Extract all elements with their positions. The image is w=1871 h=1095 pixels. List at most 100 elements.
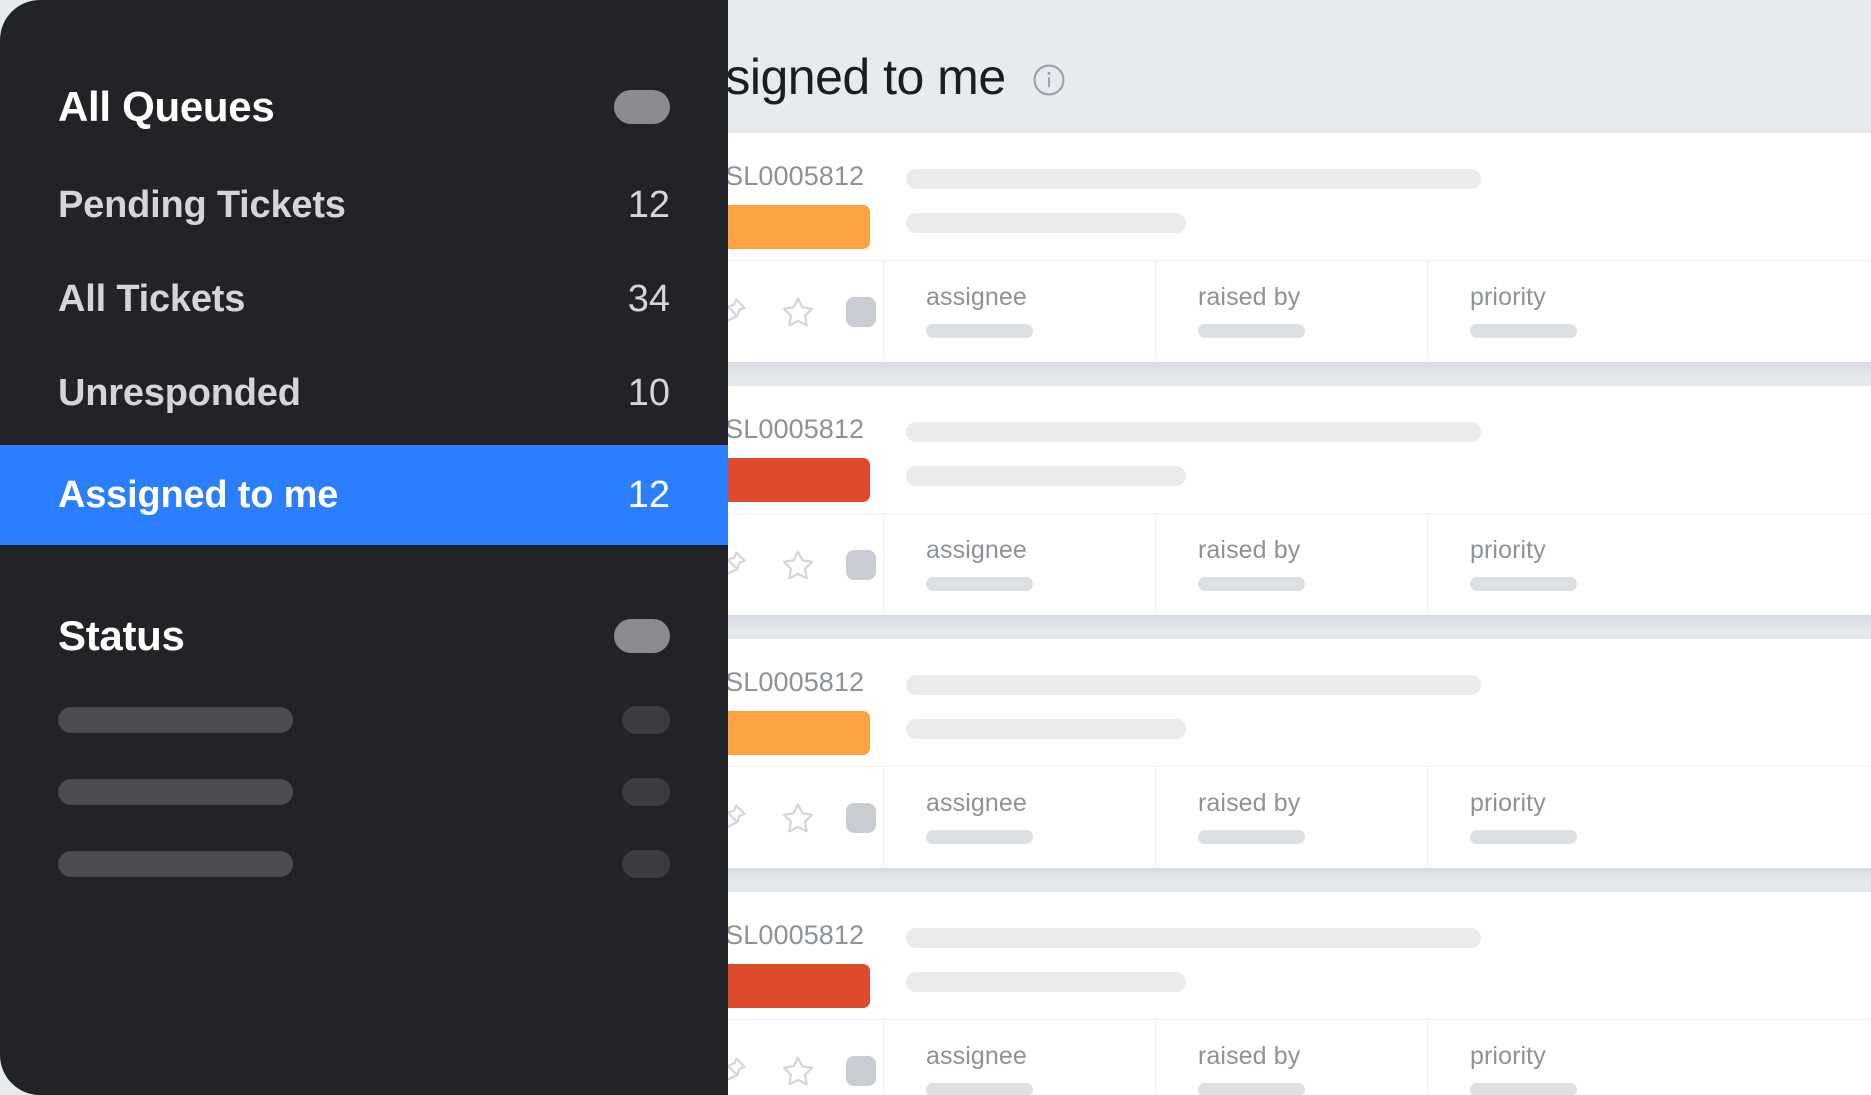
ticket-card[interactable]: #SL0005812	[728, 133, 1871, 362]
ticket-assignee-cell[interactable]: assignee	[883, 767, 1155, 868]
pill-toggle-icon[interactable]	[614, 619, 670, 653]
ticket-raised-by-cell[interactable]: raised by	[1155, 1020, 1427, 1095]
sidebar-section-status-header[interactable]: Status	[58, 615, 670, 657]
placeholder-value	[926, 1083, 1033, 1095]
ticket-card[interactable]: #SL0005812	[728, 386, 1871, 615]
ticket-card-top: #SL0005812	[728, 133, 1871, 260]
ticket-priority-cell[interactable]: priority	[1427, 261, 1699, 362]
ticket-card[interactable]: #SL0005812	[728, 892, 1871, 1095]
ticket-card-bottom: assignee raised by priority	[728, 766, 1871, 868]
placeholder-line	[906, 466, 1186, 486]
ticket-raised-by-cell[interactable]: raised by	[1155, 514, 1427, 615]
column-label: priority	[1470, 789, 1546, 817]
star-icon[interactable]	[780, 800, 816, 836]
placeholder-value	[1198, 324, 1305, 338]
ticket-id: #SL0005812	[728, 920, 865, 950]
ticket-assignee-cell[interactable]: assignee	[883, 1020, 1155, 1095]
sidebar-status-placeholder-row[interactable]	[0, 849, 728, 879]
star-icon[interactable]	[780, 1053, 816, 1089]
ticket-card-identity: #SL0005812	[728, 669, 870, 755]
placeholder-pill	[622, 778, 670, 806]
placeholder-value	[926, 830, 1033, 844]
ticket-actions	[728, 514, 883, 615]
square-icon[interactable]	[845, 549, 876, 580]
ticket-priority-cell[interactable]: priority	[1427, 767, 1699, 868]
sidebar-item-unresponded[interactable]: Unresponded 10	[0, 346, 728, 440]
placeholder-bar	[58, 707, 293, 733]
placeholder-pill	[622, 706, 670, 734]
ticket-card[interactable]: #SL0005812	[728, 639, 1871, 868]
column-label: priority	[1470, 283, 1546, 311]
column-label: priority	[1470, 1042, 1546, 1070]
ticket-card-bottom: assignee raised by priority	[728, 1019, 1871, 1095]
ticket-summary-placeholder	[906, 163, 1481, 233]
sidebar-section-queues-title: All Queues	[58, 83, 275, 130]
column-label: assignee	[926, 283, 1027, 311]
ticket-id: #SL0005812	[728, 161, 865, 191]
placeholder-line	[906, 422, 1481, 442]
sidebar-item-label: Unresponded	[58, 372, 301, 414]
column-label: raised by	[1198, 789, 1301, 817]
ticket-id: #SL0005812	[728, 667, 865, 697]
placeholder-value	[1198, 577, 1305, 591]
ticket-summary-placeholder	[906, 669, 1481, 739]
placeholder-value	[1198, 1083, 1305, 1095]
placeholder-bar	[58, 851, 293, 877]
ticket-card-identity: #SL0005812	[728, 163, 870, 249]
ticket-actions	[728, 261, 883, 362]
ticket-card-top: #SL0005812	[728, 639, 1871, 766]
app-root: All Queues Pending Tickets 12 All Ticket…	[0, 0, 1871, 1095]
sidebar-item-all-tickets[interactable]: All Tickets 34	[0, 252, 728, 346]
ticket-card-bottom: assignee raised by priority	[728, 260, 1871, 362]
ticket-raised-by-cell[interactable]: raised by	[1155, 261, 1427, 362]
column-label: raised by	[1198, 536, 1301, 564]
pin-icon[interactable]	[728, 547, 750, 583]
star-icon[interactable]	[780, 294, 816, 330]
ticket-raised-by-cell[interactable]: raised by	[1155, 767, 1427, 868]
column-label: raised by	[1198, 1042, 1301, 1070]
square-icon[interactable]	[845, 296, 876, 327]
column-label: raised by	[1198, 283, 1301, 311]
sidebar: All Queues Pending Tickets 12 All Ticket…	[0, 0, 728, 1095]
ticket-card-list: #SL0005812	[728, 133, 1871, 1095]
column-label: assignee	[926, 536, 1027, 564]
sidebar-item-count: 12	[627, 474, 670, 516]
sidebar-item-label: Assigned to me	[58, 474, 339, 516]
placeholder-line	[906, 719, 1186, 739]
ticket-priority-cell[interactable]: priority	[1427, 1020, 1699, 1095]
sidebar-status-placeholder-row[interactable]	[0, 777, 728, 807]
placeholder-bar	[58, 779, 293, 805]
status-badge	[728, 964, 870, 1008]
square-icon[interactable]	[845, 1055, 876, 1086]
placeholder-value	[1470, 324, 1577, 338]
pin-icon[interactable]	[728, 800, 750, 836]
placeholder-line	[906, 169, 1481, 189]
sidebar-item-assigned-to-me[interactable]: Assigned to me 12	[0, 445, 728, 545]
ticket-priority-cell[interactable]: priority	[1427, 514, 1699, 615]
pill-toggle-icon[interactable]	[614, 90, 670, 124]
ticket-summary-placeholder	[906, 416, 1481, 486]
sidebar-status-placeholder-row[interactable]	[0, 705, 728, 735]
ticket-assignee-cell[interactable]: assignee	[883, 261, 1155, 362]
placeholder-value	[1470, 1083, 1577, 1095]
placeholder-value	[1198, 830, 1305, 844]
square-icon[interactable]	[845, 802, 876, 833]
pin-icon[interactable]	[728, 1053, 750, 1089]
ticket-summary-placeholder	[906, 922, 1481, 992]
sidebar-item-pending-tickets[interactable]: Pending Tickets 12	[0, 158, 728, 252]
star-icon[interactable]	[780, 547, 816, 583]
ticket-assignee-cell[interactable]: assignee	[883, 514, 1155, 615]
placeholder-value	[1470, 577, 1577, 591]
placeholder-value	[926, 324, 1033, 338]
placeholder-line	[906, 928, 1481, 948]
sidebar-item-count: 12	[627, 184, 670, 226]
pin-icon[interactable]	[728, 294, 750, 330]
sidebar-item-label: All Tickets	[58, 278, 246, 320]
ticket-actions	[728, 1020, 883, 1095]
ticket-card-top: #SL0005812	[728, 892, 1871, 1019]
ticket-card-top: #SL0005812	[728, 386, 1871, 513]
info-circle-icon[interactable]	[1032, 57, 1066, 97]
column-label: assignee	[926, 789, 1027, 817]
placeholder-line	[906, 213, 1186, 233]
sidebar-section-queues-header[interactable]: All Queues	[58, 86, 670, 128]
